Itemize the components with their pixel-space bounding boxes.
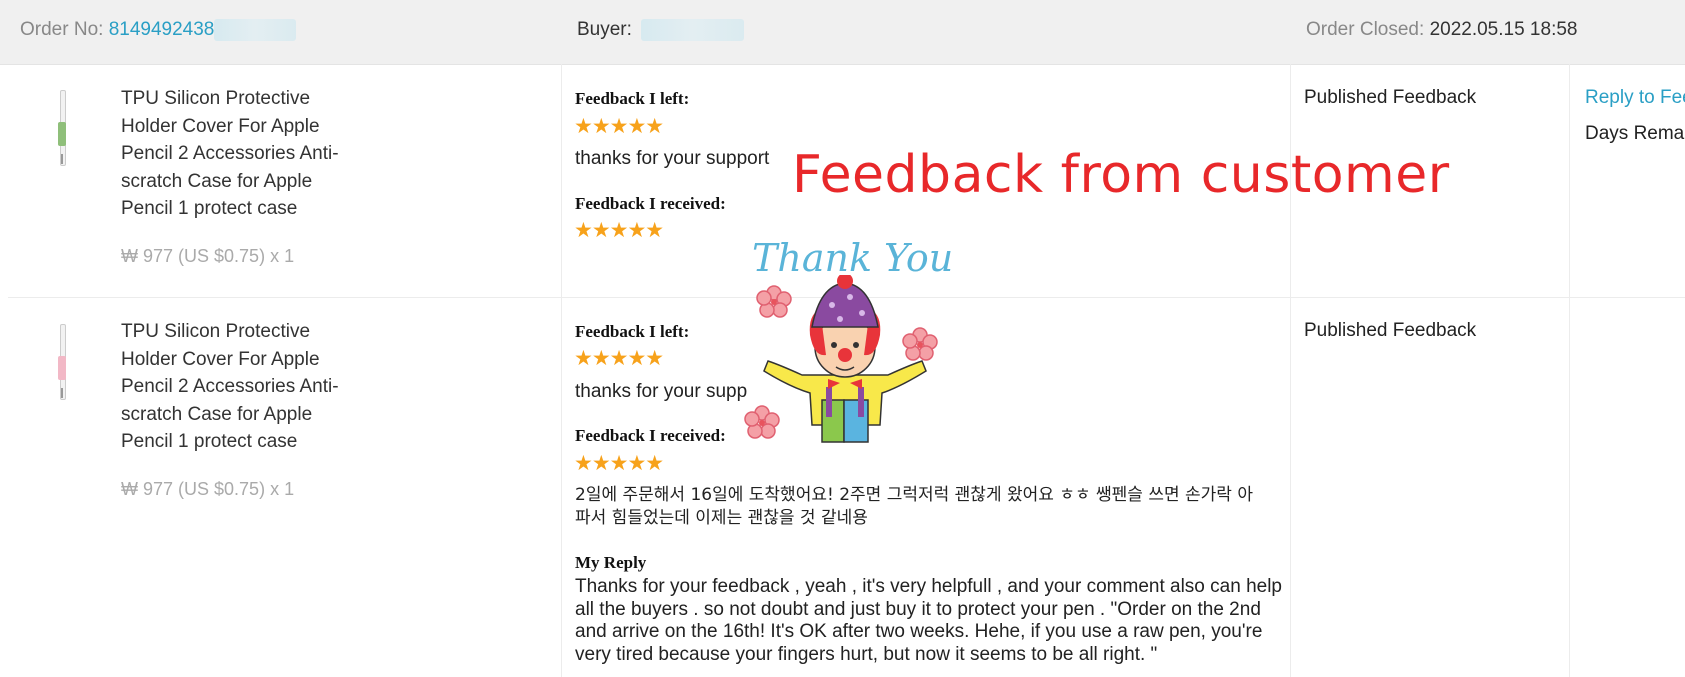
- product-thumbnail[interactable]: [51, 90, 73, 166]
- order-closed-label: Order Closed:: [1306, 19, 1425, 40]
- star-rating-icon: ★★★★★: [574, 452, 664, 475]
- received-feedback-comment: 2일에 주문해서 16일에 도착했어요! 2주면 그럭저럭 괜찮게 왔어요 ㅎㅎ…: [575, 485, 1253, 528]
- star-rating-icon: ★★★★★: [574, 347, 664, 370]
- order-number-link[interactable]: 8149492438: [109, 19, 215, 40]
- buyer-label: Buyer:: [577, 19, 632, 41]
- order-number-label: Order No:: [20, 19, 104, 41]
- order-number-field: Order No: 8149492438: [20, 19, 297, 41]
- redacted-order-digits: [214, 19, 297, 41]
- feedback-received-label: Feedback I received:: [575, 194, 726, 213]
- product-thumbnail[interactable]: [51, 324, 73, 400]
- feedback-left-text: thanks for your supp: [575, 381, 748, 402]
- clown-sticker-icon: [744, 275, 938, 443]
- redacted-buyer-name: [641, 19, 745, 41]
- order-closed-field: Order Closed: 2022.05.15 18:58: [1306, 19, 1577, 41]
- overlay-title: Feedback from customer: [792, 145, 1450, 205]
- feedback-received-label: Feedback I received:: [575, 426, 726, 445]
- product-price: ₩ 977 (US $0.75) x 1: [121, 246, 295, 266]
- buyer-field: Buyer:: [577, 19, 745, 41]
- pencil-grip-green: [58, 122, 66, 146]
- feedback-left-text: thanks for your support: [575, 148, 770, 169]
- star-rating-icon: ★★★★★: [574, 219, 664, 242]
- days-remaining-text: Days Remai: [1585, 123, 1685, 144]
- feedback-left-label: Feedback I left:: [575, 89, 690, 108]
- order-header: Order No: 8149492438 Buyer: Order Closed…: [0, 0, 1685, 65]
- reply-to-feedback-link[interactable]: Reply to Fee: [1585, 87, 1685, 109]
- product-title-link[interactable]: TPU Silicon Protective Holder Cover For …: [121, 85, 351, 223]
- feedback-status: Published Feedback: [1304, 87, 1477, 108]
- feedback-left-label: Feedback I left:: [575, 322, 690, 341]
- my-reply-text: Thanks for your feedback , yeah , it's v…: [575, 576, 1282, 665]
- order-closed-date: 2022.05.15 18:58: [1429, 19, 1578, 40]
- feedback-status: Published Feedback: [1304, 320, 1477, 341]
- product-title-link[interactable]: TPU Silicon Protective Holder Cover For …: [121, 318, 351, 456]
- star-rating-icon: ★★★★★: [574, 115, 664, 138]
- my-reply-label: My Reply: [575, 553, 647, 572]
- pencil-grip-pink: [58, 356, 66, 380]
- product-price: ₩ 977 (US $0.75) x 1: [121, 479, 295, 499]
- thank-you-sticker-text: Thank You: [752, 236, 954, 280]
